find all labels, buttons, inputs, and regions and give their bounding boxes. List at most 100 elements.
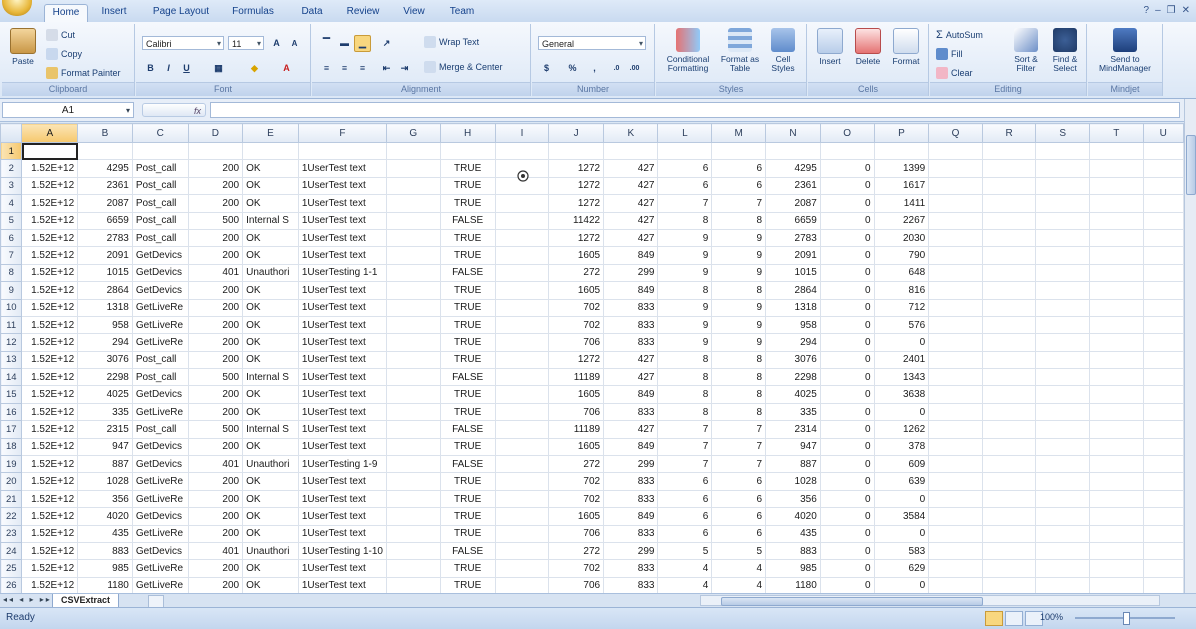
cell-l17[interactable]: 7 xyxy=(657,420,713,439)
cell-h16[interactable]: TRUE xyxy=(439,402,496,422)
cell-f12[interactable]: 1UserTest text xyxy=(297,333,387,352)
cell-a24[interactable]: 1.52E+12 xyxy=(21,541,79,561)
cell-l19[interactable]: 7 xyxy=(657,455,713,474)
cell-q4[interactable] xyxy=(928,194,983,213)
cell-l15[interactable]: 8 xyxy=(657,385,713,404)
cell-a13[interactable]: 1.52E+12 xyxy=(21,350,79,370)
cell-k23[interactable]: 833 xyxy=(603,524,659,543)
cell-g20[interactable] xyxy=(385,472,441,491)
cell-i24[interactable] xyxy=(494,541,550,561)
cell-d10[interactable]: 200 xyxy=(187,298,244,317)
cell-m15[interactable]: 8 xyxy=(711,385,767,404)
cell-g3[interactable] xyxy=(385,176,441,196)
cell-n10[interactable]: 1318 xyxy=(765,298,821,317)
cell-m16[interactable]: 8 xyxy=(711,402,767,422)
cell-l23[interactable]: 6 xyxy=(657,524,713,543)
font-color-icon[interactable]: A xyxy=(278,60,295,77)
cell-a1[interactable] xyxy=(21,141,79,161)
cell-j8[interactable]: 272 xyxy=(548,263,605,283)
cell-q13[interactable] xyxy=(928,350,983,370)
cell-e8[interactable]: Unauthori xyxy=(242,263,299,283)
cell-s6[interactable] xyxy=(1035,228,1091,248)
cell-s12[interactable] xyxy=(1035,333,1091,352)
cell-h10[interactable]: TRUE xyxy=(439,298,496,317)
cell-c4[interactable]: Post_call xyxy=(131,194,189,213)
cell-t22[interactable] xyxy=(1089,507,1144,526)
wrap-text-button[interactable]: Wrap Text xyxy=(424,36,479,48)
cell-e23[interactable]: OK xyxy=(242,524,299,543)
cell-h26[interactable]: TRUE xyxy=(439,576,496,593)
cell-f19[interactable]: 1UserTesting 1-9 xyxy=(297,455,387,474)
align-center-icon[interactable]: ≡ xyxy=(336,60,353,77)
cell-c5[interactable]: Post_call xyxy=(131,211,189,230)
cell-r8[interactable] xyxy=(981,263,1037,283)
cell-j15[interactable]: 1605 xyxy=(548,385,605,404)
cell-u19[interactable] xyxy=(1142,455,1184,474)
cell-k22[interactable]: 849 xyxy=(603,507,659,526)
percent-button[interactable]: % xyxy=(564,60,581,77)
column-header-o[interactable]: O xyxy=(819,123,875,143)
cell-c12[interactable]: GetLiveRe xyxy=(131,333,189,352)
cell-g4[interactable] xyxy=(385,194,441,213)
cell-h1[interactable] xyxy=(439,141,496,161)
cell-e24[interactable]: Unauthori xyxy=(242,541,299,561)
cell-d13[interactable]: 200 xyxy=(187,350,244,370)
cell-b21[interactable]: 356 xyxy=(77,489,133,509)
help-icon[interactable]: ? xyxy=(1144,4,1150,18)
cell-f26[interactable]: 1UserTest text xyxy=(297,576,387,593)
cell-i18[interactable] xyxy=(494,437,550,457)
cell-n8[interactable]: 1015 xyxy=(765,263,821,283)
cell-j3[interactable]: 1272 xyxy=(548,176,605,196)
cell-c6[interactable]: Post_call xyxy=(131,228,189,248)
cell-j23[interactable]: 706 xyxy=(548,524,605,543)
cell-d16[interactable]: 200 xyxy=(187,402,244,422)
cell-n23[interactable]: 435 xyxy=(765,524,821,543)
cell-d23[interactable]: 200 xyxy=(187,524,244,543)
cell-l13[interactable]: 8 xyxy=(657,350,713,370)
cell-h21[interactable]: TRUE xyxy=(439,489,496,509)
cell-o13[interactable]: 0 xyxy=(819,350,875,370)
cell-o15[interactable]: 0 xyxy=(819,385,875,404)
cell-q26[interactable] xyxy=(928,576,983,593)
cell-b24[interactable]: 883 xyxy=(77,541,133,561)
cell-n18[interactable]: 947 xyxy=(765,437,821,457)
cell-t6[interactable] xyxy=(1089,228,1144,248)
cell-l14[interactable]: 8 xyxy=(657,368,713,387)
cell-a25[interactable]: 1.52E+12 xyxy=(21,559,79,578)
cell-b7[interactable]: 2091 xyxy=(77,246,133,265)
cell-u8[interactable] xyxy=(1142,263,1184,283)
cell-e7[interactable]: OK xyxy=(242,246,299,265)
cell-r17[interactable] xyxy=(981,420,1037,439)
cell-l10[interactable]: 9 xyxy=(657,298,713,317)
cell-a20[interactable]: 1.52E+12 xyxy=(21,472,79,491)
cell-s4[interactable] xyxy=(1035,194,1091,213)
cell-a12[interactable]: 1.52E+12 xyxy=(21,333,79,352)
cell-j9[interactable]: 1605 xyxy=(548,281,605,300)
cell-e20[interactable]: OK xyxy=(242,472,299,491)
cell-n25[interactable]: 985 xyxy=(765,559,821,578)
align-bottom-icon[interactable]: ▁ xyxy=(354,35,371,52)
cell-f18[interactable]: 1UserTest text xyxy=(297,437,387,457)
cell-f2[interactable]: 1UserTest text xyxy=(297,159,387,178)
decrease-decimal-icon[interactable]: .00 xyxy=(626,60,643,77)
cell-f25[interactable]: 1UserTest text xyxy=(297,559,387,578)
row-header[interactable]: 3 xyxy=(0,176,23,196)
cell-e21[interactable]: OK xyxy=(242,489,299,509)
cell-i6[interactable] xyxy=(494,228,550,248)
cell-i22[interactable] xyxy=(494,507,550,526)
cell-k15[interactable]: 849 xyxy=(603,385,659,404)
cell-i12[interactable] xyxy=(494,333,550,352)
cell-q14[interactable] xyxy=(928,368,983,387)
cell-m4[interactable]: 7 xyxy=(711,194,767,213)
delete-cells-button[interactable]: Delete xyxy=(850,28,886,66)
cell-t20[interactable] xyxy=(1089,472,1144,491)
cell-h2[interactable]: TRUE xyxy=(439,159,496,178)
cell-t17[interactable] xyxy=(1089,420,1144,439)
tab-formulas[interactable]: Formulas xyxy=(225,4,281,22)
horizontal-scroll-thumb[interactable] xyxy=(721,597,983,606)
cell-s26[interactable] xyxy=(1035,576,1091,593)
cell-m17[interactable]: 7 xyxy=(711,420,767,439)
fill-button[interactable]: Fill xyxy=(936,48,963,60)
cell-b14[interactable]: 2298 xyxy=(77,368,133,387)
cell-c1[interactable] xyxy=(131,141,189,161)
